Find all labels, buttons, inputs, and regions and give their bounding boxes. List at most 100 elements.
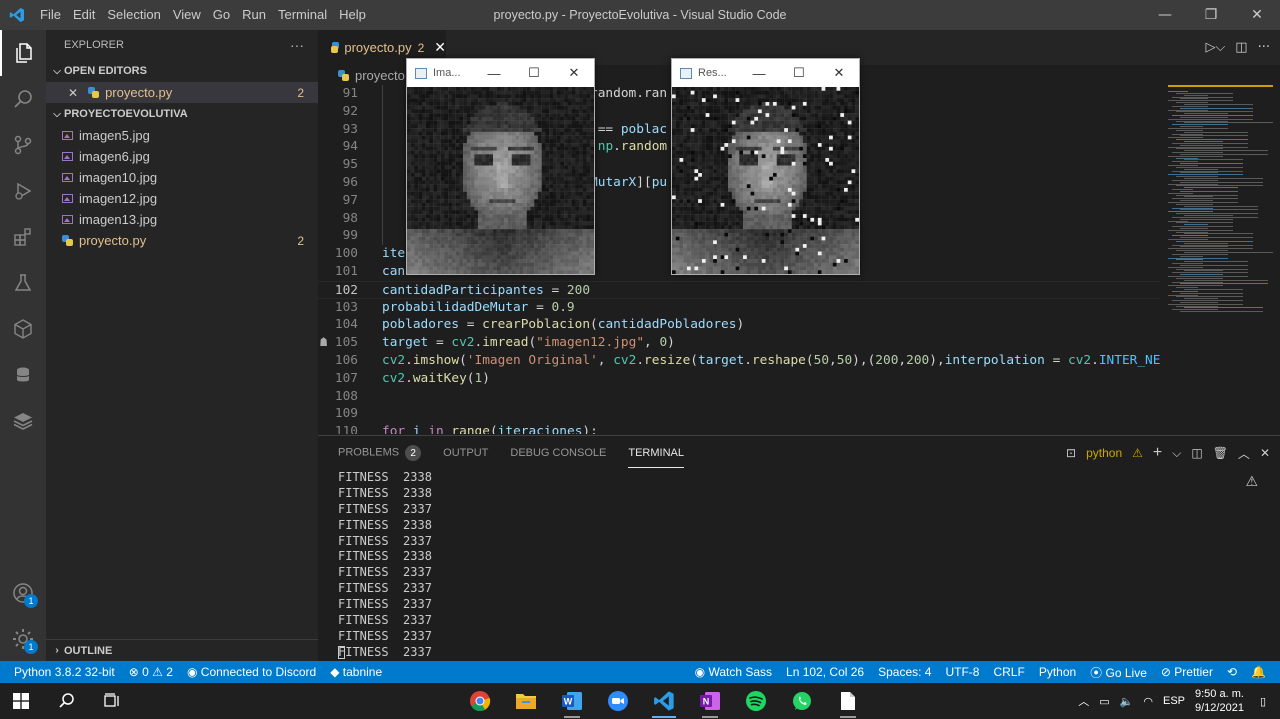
file-item[interactable]: imagen5.jpg	[46, 125, 318, 146]
search-icon[interactable]	[0, 76, 46, 122]
image-pixel	[698, 206, 703, 211]
open-editor-item[interactable]: ✕ proyecto.py 2	[46, 82, 318, 103]
image-pixel	[496, 128, 501, 133]
file-item[interactable]: imagen12.jpg	[46, 188, 318, 209]
accounts-icon[interactable]: 1	[0, 570, 46, 616]
extensions-icon[interactable]	[0, 214, 46, 260]
image-pixel	[526, 240, 531, 245]
database-icon[interactable]	[0, 352, 46, 398]
testing-flask-icon[interactable]	[0, 260, 46, 306]
image-pixel	[560, 247, 565, 252]
menu-terminal[interactable]: Terminal	[272, 0, 333, 30]
menu-selection[interactable]: Selection	[101, 0, 166, 30]
image-pixel	[844, 184, 848, 189]
image-pixel	[489, 87, 494, 91]
image-pixel	[444, 158, 449, 162]
image-pixel	[410, 98, 415, 103]
run-debug-icon[interactable]	[0, 168, 46, 214]
explorer-icon[interactable]	[0, 30, 46, 76]
image-pixel	[780, 135, 785, 140]
image-pixel	[414, 135, 419, 140]
image-pixel	[832, 236, 837, 241]
close-tab-icon[interactable]: ✕	[434, 39, 446, 56]
image-pixel	[731, 109, 736, 114]
menu-file[interactable]: File	[34, 0, 67, 30]
image-pixel	[754, 94, 759, 99]
image-pixel	[500, 116, 505, 121]
image-pixel	[802, 210, 807, 215]
image-pixel	[817, 206, 822, 211]
menu-run[interactable]: Run	[236, 0, 272, 30]
image-pixel	[795, 131, 800, 136]
more-actions-icon[interactable]: ···	[1258, 40, 1270, 55]
image-pixel	[829, 236, 834, 241]
run-file-icon[interactable]: ▷⌵	[1205, 40, 1225, 55]
image-pixel	[829, 101, 834, 106]
image-pixel	[541, 202, 546, 207]
image-pixel	[787, 105, 792, 110]
manage-gear-icon[interactable]: 1	[0, 616, 46, 662]
image-pixel	[735, 165, 740, 170]
image-pixel	[791, 240, 796, 245]
image-pixel	[709, 161, 714, 166]
image-pixel	[799, 90, 804, 95]
image-pixel	[526, 232, 531, 237]
close-window-button[interactable]: ✕	[1234, 0, 1280, 30]
minimap[interactable]	[1160, 85, 1280, 434]
opencv-original-window[interactable]: Ima... — ☐ ✕	[406, 58, 595, 275]
minimize-button[interactable]: —	[739, 59, 779, 87]
image-pixel	[855, 221, 859, 226]
file-item[interactable]: imagen13.jpg	[46, 209, 318, 230]
minimap-line	[1168, 211, 1213, 213]
image-pixel	[414, 150, 419, 155]
image-pixel	[470, 169, 475, 174]
split-editor-icon[interactable]: ◫	[1235, 40, 1247, 55]
image-pixel	[470, 161, 475, 166]
remote-explorer-icon[interactable]	[0, 306, 46, 352]
open-editors-section[interactable]: ⌵ OPEN EDITORS	[46, 60, 318, 82]
close-button[interactable]: ✕	[819, 59, 859, 87]
restore-button[interactable]: ❐	[1188, 0, 1234, 30]
debug-person-icon[interactable]: ☗	[320, 335, 334, 349]
menu-help[interactable]: Help	[333, 0, 372, 30]
image-pixel	[433, 232, 438, 237]
close-editor-icon[interactable]: ✕	[68, 86, 78, 100]
menu-edit[interactable]: Edit	[67, 0, 101, 30]
image-pixel	[787, 236, 792, 241]
file-item[interactable]: imagen10.jpg	[46, 167, 318, 188]
minimize-button[interactable]: —	[1142, 0, 1188, 30]
file-item[interactable]: imagen6.jpg	[46, 146, 318, 167]
image-pixel	[698, 187, 703, 192]
menu-view[interactable]: View	[167, 0, 207, 30]
maximize-button[interactable]: ☐	[779, 59, 819, 87]
image-pixel	[836, 229, 841, 234]
image-pixel	[836, 131, 841, 136]
close-button[interactable]: ✕	[554, 59, 594, 87]
project-folder-section[interactable]: ⌵ PROYECTOEVOLUTIVA	[46, 103, 318, 125]
image-pixel	[481, 229, 486, 234]
menu-go[interactable]: Go	[207, 0, 236, 30]
image-pixel	[784, 214, 789, 219]
outline-section[interactable]: › OUTLINE	[46, 639, 318, 661]
image-pixel	[686, 143, 691, 148]
minimize-button[interactable]: —	[474, 59, 514, 87]
layers-icon[interactable]	[0, 398, 46, 444]
opencv-result-window[interactable]: Res... — ☐ ✕	[671, 58, 860, 275]
minimap-line	[1172, 133, 1203, 135]
image-pixel	[728, 202, 733, 207]
source-control-icon[interactable]	[0, 122, 46, 168]
image-pixel	[698, 195, 703, 200]
image-pixel	[754, 161, 759, 166]
image-pixel	[672, 202, 676, 207]
image-pixel	[575, 225, 580, 230]
image-pixel	[750, 150, 755, 155]
explorer-sidebar: EXPLORER ··· ⌵ OPEN EDITORS ✕ proyecto.p…	[46, 30, 318, 661]
more-actions-button[interactable]: ···	[290, 37, 304, 53]
image-pixel	[537, 131, 542, 136]
image-pixel	[463, 184, 468, 189]
image-pixel	[433, 176, 438, 181]
file-item[interactable]: proyecto.py 2	[46, 230, 318, 251]
maximize-button[interactable]: ☐	[514, 59, 554, 87]
image-pixel	[410, 187, 415, 192]
image-pixel	[519, 184, 524, 189]
